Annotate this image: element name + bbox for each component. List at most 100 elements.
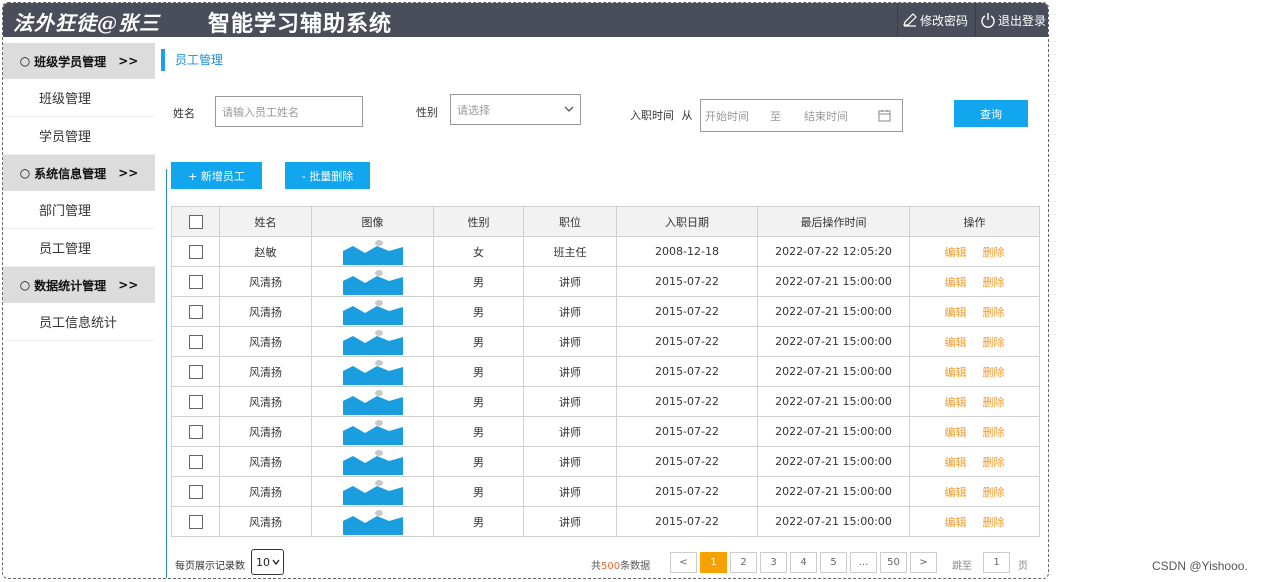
edit-link[interactable]: 编辑 <box>945 276 967 289</box>
next-page-button[interactable]: > <box>910 552 937 573</box>
menu-group-label: 系统信息管理 <box>34 166 107 181</box>
employee-entry-date: 2015-07-22 <box>616 266 758 297</box>
row-checkbox[interactable] <box>188 304 203 319</box>
table-row: 赵敏 女班主任 2008-12-18 2022-07-22 12:05:20 编辑 删除 <box>171 236 1040 267</box>
query-button[interactable]: 查询 <box>954 100 1028 127</box>
delete-link[interactable]: 删除 <box>983 306 1005 319</box>
employee-gender: 男 <box>433 356 524 387</box>
table-row: 风清扬 男讲师 2015-07-22 2022-07-21 15:00:00 编辑 删除 <box>171 416 1040 447</box>
prev-page-button[interactable]: < <box>670 552 697 573</box>
page-button-50[interactable]: 50 <box>880 552 907 573</box>
employee-gender: 男 <box>433 416 524 447</box>
edit-link[interactable]: 编辑 <box>945 486 967 499</box>
select-all-checkbox[interactable] <box>188 214 203 229</box>
employee-position: 讲师 <box>523 326 617 357</box>
sidebar-item-student-management[interactable]: 学员管理 <box>3 117 155 155</box>
page-button-2[interactable]: 2 <box>730 552 757 573</box>
chevron-down-icon <box>564 106 574 112</box>
row-checkbox[interactable] <box>188 454 203 469</box>
pencil-icon <box>903 13 917 27</box>
table-row: 风清扬 男讲师 2015-07-22 2022-07-21 15:00:00 编辑 删除 <box>171 476 1040 507</box>
employee-entry-date: 2015-07-22 <box>616 416 758 447</box>
delete-link[interactable]: 删除 <box>983 336 1005 349</box>
row-checkbox[interactable] <box>188 274 203 289</box>
edit-link[interactable]: 编辑 <box>945 456 967 469</box>
page-button-3[interactable]: 3 <box>760 552 787 573</box>
sidebar-item-employee-statistics[interactable]: 员工信息统计 <box>3 303 155 341</box>
employee-image-cell <box>311 356 434 387</box>
image-placeholder-icon <box>342 359 403 385</box>
entry-date-label: 入职时间 从 <box>630 107 693 123</box>
row-checkbox[interactable] <box>188 394 203 409</box>
delete-link[interactable]: 删除 <box>983 516 1005 529</box>
row-actions-cell: 编辑 删除 <box>909 386 1040 417</box>
row-actions-cell: 编辑 删除 <box>909 296 1040 327</box>
change-password-button[interactable]: 修改密码 <box>897 3 975 37</box>
edit-link[interactable]: 编辑 <box>945 336 967 349</box>
employee-gender: 男 <box>433 296 524 327</box>
delete-link[interactable]: 删除 <box>983 366 1005 379</box>
page-button-4[interactable]: 4 <box>790 552 817 573</box>
name-input[interactable]: 请输入员工姓名 <box>215 96 363 127</box>
row-actions-cell: 编辑 删除 <box>909 356 1040 387</box>
page-size-select[interactable]: 10 <box>251 549 284 575</box>
employee-entry-date: 2015-07-22 <box>616 296 758 327</box>
delete-link[interactable]: 删除 <box>983 486 1005 499</box>
menu-group-class-student[interactable]: ○ 班级学员管理 >> <box>3 43 155 79</box>
date-range-picker[interactable]: 开始时间 至 结束时间 <box>700 99 903 132</box>
edit-link[interactable]: 编辑 <box>945 246 967 259</box>
table-row: 风清扬 男讲师 2015-07-22 2022-07-21 15:00:00 编辑 删除 <box>171 506 1040 537</box>
page-button-5[interactable]: 5 <box>820 552 847 573</box>
name-input-placeholder: 请输入员工姓名 <box>222 105 299 119</box>
row-checkbox[interactable] <box>188 364 203 379</box>
delete-link[interactable]: 删除 <box>983 456 1005 469</box>
row-checkbox[interactable] <box>188 244 203 259</box>
table-header-row: 姓名 图像 性别 职位 入职日期 最后操作时间 操作 <box>171 206 1040 237</box>
goto-page-input[interactable]: 1 <box>983 552 1010 573</box>
sidebar-item-class-management[interactable]: 班级管理 <box>3 79 155 117</box>
row-actions-cell: 编辑 删除 <box>909 476 1040 507</box>
delete-link[interactable]: 删除 <box>983 396 1005 409</box>
menu-group-system-info[interactable]: ○ 系统信息管理 >> <box>3 155 155 191</box>
edit-link[interactable]: 编辑 <box>945 396 967 409</box>
calendar-icon <box>878 110 891 122</box>
row-checkbox[interactable] <box>188 334 203 349</box>
sidebar-item-employee-management[interactable]: 员工管理 <box>3 229 155 267</box>
employee-updated-time: 2022-07-21 15:00:00 <box>757 356 910 387</box>
delete-link[interactable]: 删除 <box>983 426 1005 439</box>
menu-group-statistics[interactable]: ○ 数据统计管理 >> <box>3 267 155 303</box>
page-ellipsis[interactable]: ... <box>850 552 877 573</box>
image-placeholder-icon <box>342 299 403 325</box>
row-actions-cell: 编辑 删除 <box>909 266 1040 297</box>
sidebar-item-department-management[interactable]: 部门管理 <box>3 191 155 229</box>
gender-label: 性别 <box>416 106 438 119</box>
row-actions-cell: 编辑 删除 <box>909 446 1040 477</box>
total-count: 500 <box>601 561 621 572</box>
row-checkbox[interactable] <box>188 484 203 499</box>
logout-button[interactable]: 退出登录 <box>975 3 1048 37</box>
employee-image-cell <box>311 416 434 447</box>
edit-link[interactable]: 编辑 <box>945 366 967 379</box>
brand-text: 法外狂徒@张三 <box>13 11 160 35</box>
add-employee-button[interactable]: + 新增员工 <box>171 162 262 189</box>
employee-updated-time: 2022-07-21 15:00:00 <box>757 416 910 447</box>
edit-link[interactable]: 编辑 <box>945 306 967 319</box>
employee-updated-time: 2022-07-21 15:00:00 <box>757 266 910 297</box>
table-row: 风清扬 男讲师 2015-07-22 2022-07-21 15:00:00 编辑 删除 <box>171 296 1040 327</box>
delete-link[interactable]: 删除 <box>983 276 1005 289</box>
edit-link[interactable]: 编辑 <box>945 426 967 439</box>
row-checkbox[interactable] <box>188 424 203 439</box>
edit-link[interactable]: 编辑 <box>945 516 967 529</box>
page-button-1[interactable]: 1 <box>700 552 727 573</box>
batch-delete-button[interactable]: - 批量删除 <box>285 162 370 189</box>
employee-position: 讲师 <box>523 386 617 417</box>
employee-entry-date: 2015-07-22 <box>616 356 758 387</box>
row-checkbox[interactable] <box>188 514 203 529</box>
employee-updated-time: 2022-07-21 15:00:00 <box>757 386 910 417</box>
delete-link[interactable]: 删除 <box>983 246 1005 259</box>
row-select-cell <box>171 326 220 357</box>
column-header-image: 图像 <box>311 206 434 237</box>
employee-image-cell <box>311 326 434 357</box>
gender-select[interactable]: 请选择 <box>450 94 581 125</box>
employee-gender: 男 <box>433 446 524 477</box>
